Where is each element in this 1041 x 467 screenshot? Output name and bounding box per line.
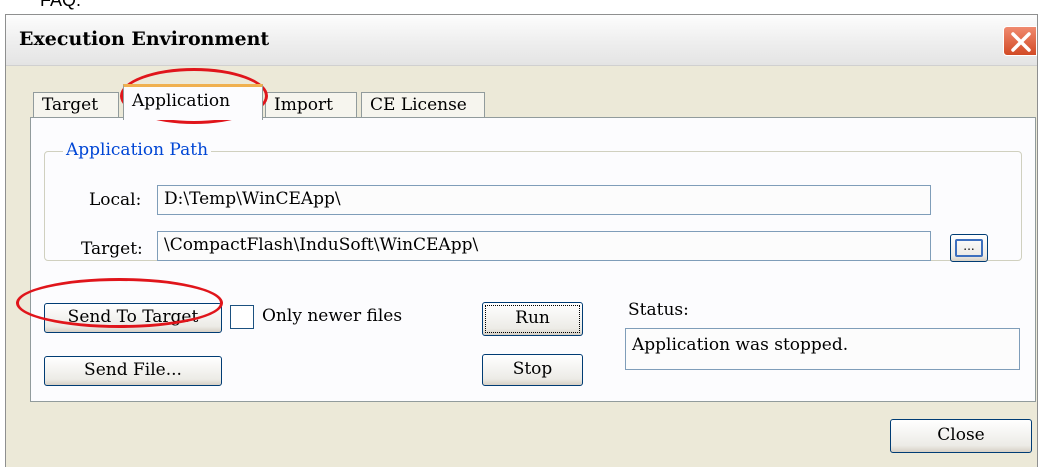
tab-application[interactable]: Application: [123, 84, 263, 120]
status-label: Status:: [628, 300, 689, 320]
title-bar: Execution Environment: [6, 15, 1037, 66]
run-button[interactable]: Run: [482, 302, 583, 336]
local-path-field[interactable]: D:\Temp\WinCEApp\: [157, 185, 931, 215]
window-title: Execution Environment: [19, 28, 270, 50]
stop-label: Stop: [512, 359, 553, 379]
application-tab-panel: Application Path Local: D:\Temp\WinCEApp…: [30, 117, 1036, 402]
status-field: Application was stopped.: [625, 328, 1020, 370]
local-label: Local:: [89, 190, 142, 210]
tab-ce-license[interactable]: CE License: [361, 92, 485, 118]
tab-target[interactable]: Target: [33, 92, 119, 118]
only-newer-files-label: Only newer files: [262, 306, 403, 326]
send-to-target-button[interactable]: Send To Target: [44, 303, 222, 333]
application-path-legend: Application Path: [63, 140, 212, 160]
target-label: Target:: [81, 239, 143, 259]
send-to-target-label: Send To Target: [67, 307, 199, 327]
target-path-field[interactable]: \CompactFlash\InduSoft\WinCEApp\: [157, 231, 931, 261]
browse-label: ...: [955, 239, 983, 257]
tab-import[interactable]: Import: [265, 92, 357, 118]
close-button[interactable]: Close: [890, 419, 1032, 453]
header-fragment: FAQ.: [40, 0, 82, 10]
close-button-label: Close: [937, 425, 985, 445]
close-window-button[interactable]: [1003, 26, 1037, 56]
send-file-button[interactable]: Send File...: [44, 356, 222, 386]
send-file-label: Send File...: [84, 360, 182, 380]
run-label: Run: [515, 308, 550, 328]
close-icon: [1011, 32, 1031, 52]
browse-button[interactable]: ...: [950, 234, 988, 262]
stop-button[interactable]: Stop: [482, 354, 583, 386]
execution-environment-dialog: Execution Environment Target Application…: [5, 14, 1038, 467]
only-newer-files-checkbox[interactable]: [230, 305, 254, 329]
